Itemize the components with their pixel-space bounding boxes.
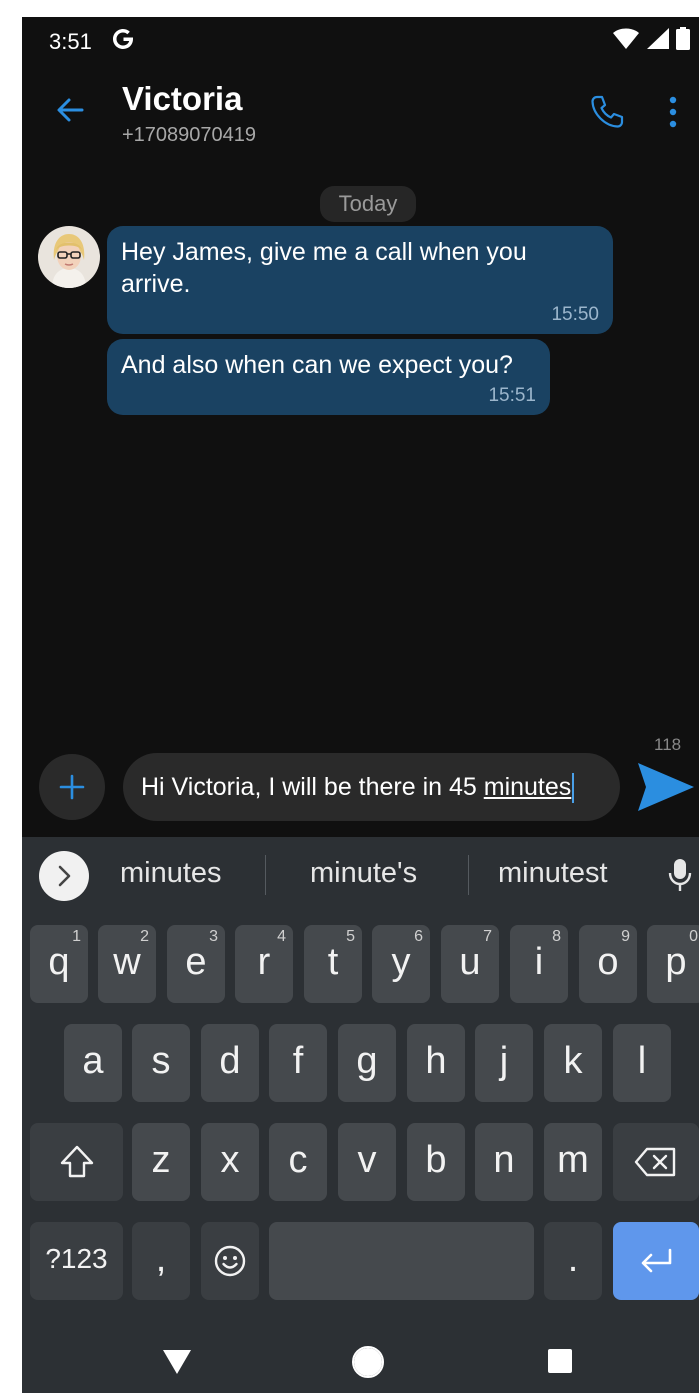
key-y[interactable]: y6: [372, 925, 430, 1003]
send-icon[interactable]: [636, 761, 696, 813]
mic-icon[interactable]: [667, 855, 693, 895]
google-icon: [113, 29, 133, 49]
nav-back-icon[interactable]: [161, 1348, 193, 1376]
key-v[interactable]: v: [338, 1123, 396, 1201]
message-text: Hey James, give me a call when you arriv…: [121, 238, 527, 298]
date-divider: Today: [320, 186, 416, 222]
conversation-header: Victoria +17089070419: [22, 72, 699, 162]
wifi-icon: [613, 28, 640, 49]
text-cursor: [572, 773, 575, 804]
key-t[interactable]: t5: [304, 925, 362, 1003]
message-time: 15:51: [488, 385, 536, 406]
plus-icon: [59, 774, 85, 800]
symbols-key[interactable]: ?123: [30, 1222, 123, 1300]
navigation-bar: [22, 1313, 699, 1393]
key-u[interactable]: u7: [441, 925, 499, 1003]
suggestion-item[interactable]: minutes: [120, 857, 222, 890]
status-time: 3:51: [49, 29, 92, 54]
suggestion-item[interactable]: minute's: [310, 857, 417, 890]
avatar[interactable]: [38, 226, 100, 288]
key-b[interactable]: b: [407, 1123, 465, 1201]
message-bubble[interactable]: And also when can we expect you? 15:51: [107, 339, 550, 415]
comma-key[interactable]: ,: [132, 1222, 190, 1300]
shift-icon: [60, 1145, 93, 1178]
chevron-right-icon: [58, 865, 71, 887]
key-h[interactable]: h: [407, 1024, 465, 1102]
suggestion-strip: minutes minute's minutest: [22, 837, 699, 913]
expand-suggestions-button[interactable]: [39, 851, 89, 901]
shift-key[interactable]: [30, 1123, 123, 1201]
key-e[interactable]: e3: [167, 925, 225, 1003]
backspace-key[interactable]: [613, 1123, 699, 1201]
nav-recents-icon[interactable]: [547, 1348, 573, 1374]
status-bar: 3:51: [22, 17, 699, 67]
keyboard: minutes minute's minutest q1 w2 e3 r4 t5…: [22, 837, 699, 1313]
key-q[interactable]: q1: [30, 925, 88, 1003]
space-key[interactable]: [269, 1222, 534, 1300]
divider: [468, 855, 469, 895]
input-text: Hi Victoria, I will be there in 45: [141, 773, 484, 801]
char-count: 118: [654, 735, 682, 754]
key-p[interactable]: p0: [647, 925, 699, 1003]
key-c[interactable]: c: [269, 1123, 327, 1201]
phone-icon[interactable]: [588, 93, 626, 131]
suggestion-item[interactable]: minutest: [498, 857, 608, 890]
key-o[interactable]: o9: [579, 925, 637, 1003]
signal-icon: [646, 28, 669, 49]
status-icons: [612, 27, 691, 51]
key-n[interactable]: n: [475, 1123, 533, 1201]
key-z[interactable]: z: [132, 1123, 190, 1201]
key-a[interactable]: a: [64, 1024, 122, 1102]
key-m[interactable]: m: [544, 1123, 602, 1201]
message-text: And also when can we expect you?: [121, 351, 513, 379]
input-composing-word: minutes: [483, 773, 572, 801]
phone-screen: 3:51 Victoria +17089070419 Today Hey Jam…: [22, 17, 699, 1393]
add-attachment-button[interactable]: [39, 754, 105, 820]
key-l[interactable]: l: [613, 1024, 671, 1102]
key-w[interactable]: w2: [98, 925, 156, 1003]
message-input[interactable]: Hi Victoria, I will be there in 45 minut…: [123, 753, 620, 821]
key-g[interactable]: g: [338, 1024, 396, 1102]
enter-key[interactable]: [613, 1222, 699, 1300]
message-bubble[interactable]: Hey James, give me a call when you arriv…: [107, 226, 613, 334]
key-s[interactable]: s: [132, 1024, 190, 1102]
key-i[interactable]: i8: [510, 925, 568, 1003]
back-arrow-icon[interactable]: [52, 92, 88, 128]
nav-home-icon[interactable]: [351, 1345, 385, 1379]
key-r[interactable]: r4: [235, 925, 293, 1003]
more-vert-icon[interactable]: [665, 92, 681, 132]
key-x[interactable]: x: [201, 1123, 259, 1201]
period-key[interactable]: .: [544, 1222, 602, 1300]
contact-number: +17089070419: [122, 124, 257, 146]
battery-icon: [676, 27, 690, 50]
backspace-icon: [634, 1147, 676, 1177]
emoji-key[interactable]: [201, 1222, 259, 1300]
contact-name: Victoria: [122, 80, 243, 117]
enter-icon: [641, 1248, 672, 1273]
message-time: 15:50: [551, 304, 599, 325]
key-k[interactable]: k: [544, 1024, 602, 1102]
divider: [265, 855, 266, 895]
emoji-icon: [214, 1245, 246, 1277]
key-j[interactable]: j: [475, 1024, 533, 1102]
key-d[interactable]: d: [201, 1024, 259, 1102]
key-f[interactable]: f: [269, 1024, 327, 1102]
